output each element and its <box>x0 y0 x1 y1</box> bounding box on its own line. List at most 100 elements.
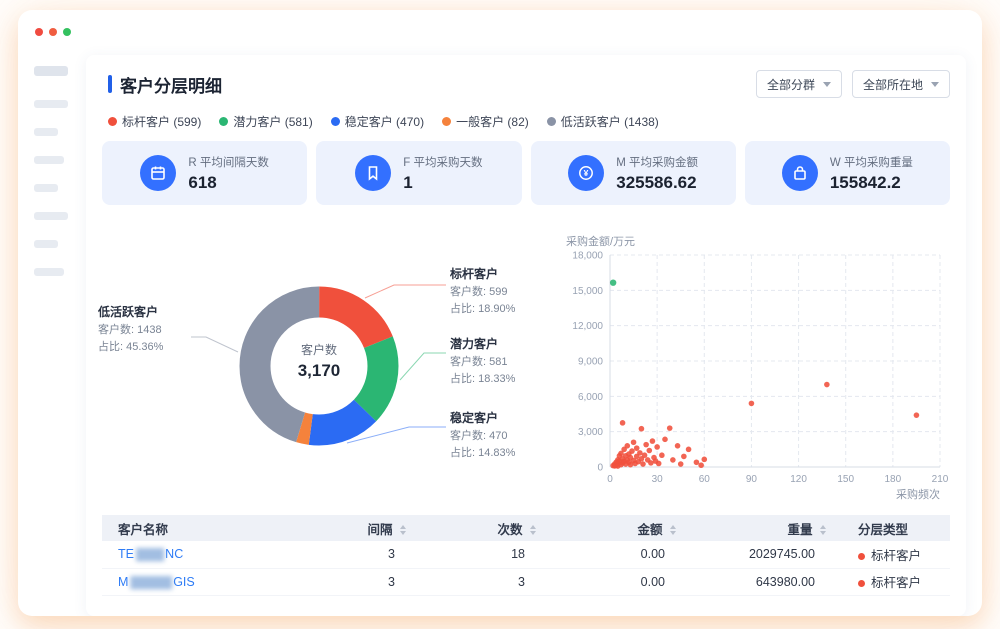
cell-amount: 0.00 <box>552 568 692 595</box>
weight-icon <box>782 155 818 191</box>
donut-center-value: 3,170 <box>259 361 379 381</box>
segment-filter-select[interactable]: 全部分群 <box>756 70 842 98</box>
sort-icon <box>820 525 826 535</box>
zoom-window-button[interactable] <box>63 28 71 36</box>
sidebar-skeleton-bar <box>34 268 64 276</box>
col-weight-sort[interactable]: 重量 <box>692 515 842 541</box>
svg-text:3,000: 3,000 <box>578 427 603 438</box>
segment-type-dot <box>858 580 865 587</box>
sidebar-skeleton-bar <box>34 184 58 192</box>
bookmark-icon <box>355 155 391 191</box>
legend-label: 一般客户 (82) <box>456 113 529 130</box>
col-times-sort[interactable]: 次数 <box>422 515 552 541</box>
stat-value: 325586.62 <box>616 173 698 193</box>
legend-item-general[interactable]: 一般客户 (82) <box>442 113 529 130</box>
customer-name-link[interactable]: TE████NC <box>118 547 183 561</box>
legend-item-potential[interactable]: 潜力客户 (581) <box>219 113 312 130</box>
sidebar-skeleton-bar <box>34 100 68 108</box>
donut-center-title: 客户数 <box>259 341 379 358</box>
segment-type-dot <box>858 553 865 560</box>
main-panel: 客户分层明细 全部分群 全部所在地 标杆客户 (599) 潜力客户 ( <box>86 55 966 616</box>
svg-text:6,000: 6,000 <box>578 392 603 403</box>
minimize-window-button[interactable] <box>49 28 57 36</box>
stat-value: 618 <box>188 173 269 193</box>
col-segment-type: 分层类型 <box>842 515 950 541</box>
table-row[interactable]: TE████NC 3 18 0.00 2029745.00 标杆客户 <box>102 541 950 568</box>
page-header: 客户分层明细 全部分群 全部所在地 <box>108 69 950 99</box>
sort-icon <box>530 525 536 535</box>
legend-dot <box>219 117 228 126</box>
legend-label: 低活跃客户 (1438) <box>561 113 659 130</box>
sidebar-skeleton-bar <box>34 212 68 220</box>
cell-weight: 643980.00 <box>692 568 842 595</box>
chevron-down-icon <box>823 82 831 87</box>
cell-times: 3 <box>422 568 552 595</box>
stat-label: F 平均采购天数 <box>403 154 482 170</box>
stat-card-row: R 平均间隔天数 618 F 平均采购天数 1 <box>102 141 950 205</box>
sidebar-nav <box>34 66 78 296</box>
customer-table-section: 客户名称 间隔 次数 金额 <box>102 515 950 596</box>
sidebar-skeleton-bar <box>34 240 58 248</box>
legend-item-benchmark[interactable]: 标杆客户 (599) <box>108 113 201 130</box>
stat-card-avg-purchase-amount: ¥ M 平均采购金额 325586.62 <box>531 141 736 205</box>
svg-text:0: 0 <box>607 474 613 485</box>
legend-item-stable[interactable]: 稳定客户 (470) <box>331 113 424 130</box>
donut-center-label: 客户数 3,170 <box>259 341 379 381</box>
svg-text:9,000: 9,000 <box>578 357 603 368</box>
svg-text:120: 120 <box>790 474 807 485</box>
svg-text:采购金额/万元: 采购金额/万元 <box>566 234 635 248</box>
legend-item-low-active[interactable]: 低活跃客户 (1438) <box>547 113 659 130</box>
sort-icon <box>670 525 676 535</box>
location-filter-value: 全部所在地 <box>863 76 923 93</box>
svg-text:18,000: 18,000 <box>572 251 603 262</box>
cell-segment-type: 标杆客户 <box>842 568 950 595</box>
svg-text:210: 210 <box>932 474 949 485</box>
stat-label: W 平均采购重量 <box>830 154 913 170</box>
chart-legend: 标杆客户 (599) 潜力客户 (581) 稳定客户 (470) 一般客户 (8… <box>108 113 677 130</box>
callout-low-active: 低活跃客户 客户数: 1438 占比: 45.36% <box>98 303 163 355</box>
cell-amount: 0.00 <box>552 541 692 568</box>
callout-potential: 潜力客户 客户数: 581 占比: 18.33% <box>450 335 515 387</box>
sort-icon <box>400 525 406 535</box>
svg-text:15,000: 15,000 <box>572 286 603 297</box>
svg-text:采购频次: 采购频次 <box>896 487 940 501</box>
legend-dot <box>442 117 451 126</box>
svg-text:¥: ¥ <box>584 168 589 178</box>
stat-label: M 平均采购金额 <box>616 154 698 170</box>
stat-value: 155842.2 <box>830 173 913 193</box>
calendar-icon <box>140 155 176 191</box>
stat-label: R 平均间隔天数 <box>188 154 269 170</box>
cell-interval: 3 <box>332 541 422 568</box>
legend-label: 标杆客户 (599) <box>122 113 201 130</box>
svg-text:180: 180 <box>885 474 902 485</box>
col-amount-sort[interactable]: 金额 <box>552 515 692 541</box>
legend-dot <box>108 117 117 126</box>
donut-chart[interactable]: 客户数 3,170 标杆客户 客户数: 599 占比: 18.90% 潜力客户 … <box>94 241 564 507</box>
legend-label: 潜力客户 (581) <box>233 113 312 130</box>
legend-label: 稳定客户 (470) <box>345 113 424 130</box>
table-row[interactable]: M██████GIS 3 3 0.00 643980.00 标杆客户 <box>102 568 950 595</box>
location-filter-select[interactable]: 全部所在地 <box>852 70 950 98</box>
stat-value: 1 <box>403 173 482 193</box>
scatter-chart[interactable]: 03,0006,0009,00012,00015,00018,000030609… <box>562 233 958 501</box>
customer-name-link[interactable]: M██████GIS <box>118 575 195 589</box>
page-title: 客户分层明细 <box>120 72 222 97</box>
cell-segment-type: 标杆客户 <box>842 541 950 568</box>
sidebar-skeleton-bar <box>34 66 68 76</box>
chevron-down-icon <box>931 82 939 87</box>
stat-card-avg-purchase-weight: W 平均采购重量 155842.2 <box>745 141 950 205</box>
scatter-chart-canvas: 03,0006,0009,00012,00015,00018,000030609… <box>562 233 958 501</box>
svg-text:30: 30 <box>652 474 664 485</box>
window-controls <box>35 28 71 36</box>
col-interval-sort[interactable]: 间隔 <box>332 515 422 541</box>
close-window-button[interactable] <box>35 28 43 36</box>
redacted-text: ██████ <box>130 577 171 589</box>
cell-interval: 3 <box>332 568 422 595</box>
segment-filter-value: 全部分群 <box>767 76 815 93</box>
money-icon: ¥ <box>568 155 604 191</box>
callout-benchmark: 标杆客户 客户数: 599 占比: 18.90% <box>450 265 515 317</box>
svg-text:12,000: 12,000 <box>572 321 603 332</box>
cell-times: 18 <box>422 541 552 568</box>
redacted-text: ████ <box>136 549 163 561</box>
title-accent-bar <box>108 75 112 93</box>
